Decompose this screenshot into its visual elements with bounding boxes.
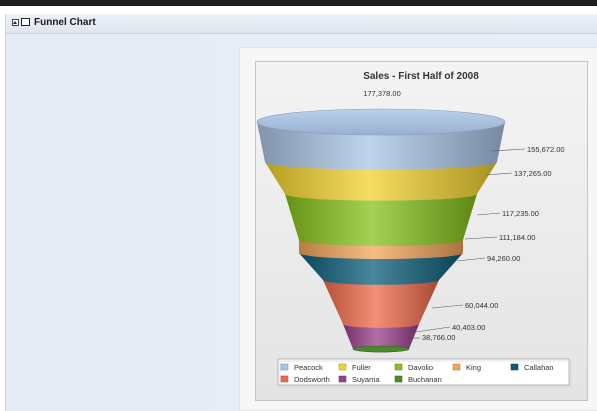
legend-swatch-fuller: [338, 363, 347, 371]
data-label-peacock: 177,378.00: [363, 89, 401, 98]
collapse-icon[interactable]: [12, 19, 19, 26]
legend-label-callahan: Callahan: [524, 363, 554, 372]
legend-swatch-dodsworth: [280, 375, 289, 383]
funnel-top-surface: [256, 108, 506, 136]
funnel-segment-buchanan: [352, 345, 410, 353]
data-label-suyama: 60,044.00: [465, 301, 498, 310]
legend-swatch-davolio: [394, 363, 403, 371]
data-label-dodsworth: 94,260.00: [487, 254, 520, 263]
data-label-extra: 38,766.00: [422, 333, 455, 342]
funnel-chart-panel: Funnel Chart Sales - First Half of 2008 …: [5, 14, 597, 411]
top-window-bar: [0, 0, 597, 6]
data-label-king: 117,235.00: [502, 209, 539, 218]
panel-title: Funnel Chart: [34, 17, 96, 28]
legend-label-davolio: Davolio: [408, 363, 433, 372]
chart-area: Sales - First Half of 2008 177,378.00 155…: [255, 61, 588, 401]
legend-label-king: King: [466, 363, 481, 372]
legend-swatch-suyama: [338, 375, 347, 383]
data-label-buchanan: 40,403.00: [452, 323, 485, 332]
legend-label-suyama: Suyama: [352, 375, 380, 384]
data-label-davolio: 137,265.00: [514, 169, 552, 178]
legend-swatch-king: [452, 363, 461, 371]
legend-label-peacock: Peacock: [294, 363, 323, 372]
legend-label-buchanan: Buchanan: [408, 375, 442, 384]
chart-frame: Sales - First Half of 2008 177,378.00 155…: [239, 47, 597, 411]
panel-header: Funnel Chart: [6, 14, 597, 34]
legend-swatch-buchanan: [394, 375, 403, 383]
funnel-segment-dodsworth: [323, 280, 439, 328]
data-label-fuller: 155,672.00: [527, 145, 565, 154]
window-icon[interactable]: [21, 18, 30, 26]
legend-swatch-peacock: [280, 363, 289, 371]
funnel-segment-davolio: [285, 194, 477, 246]
funnel-chart: Sales - First Half of 2008 177,378.00 155…: [256, 71, 572, 388]
legend-swatch-callahan: [510, 363, 519, 371]
legend-label-dodsworth: Dodsworth: [294, 375, 330, 384]
chart-title: Sales - First Half of 2008: [363, 71, 479, 82]
chart-legend: Peacock Fuller Davolio King Callahan Dodswort…: [277, 358, 572, 388]
data-label-callahan: 111,184.00: [499, 233, 535, 242]
legend-label-fuller: Fuller: [352, 363, 371, 372]
